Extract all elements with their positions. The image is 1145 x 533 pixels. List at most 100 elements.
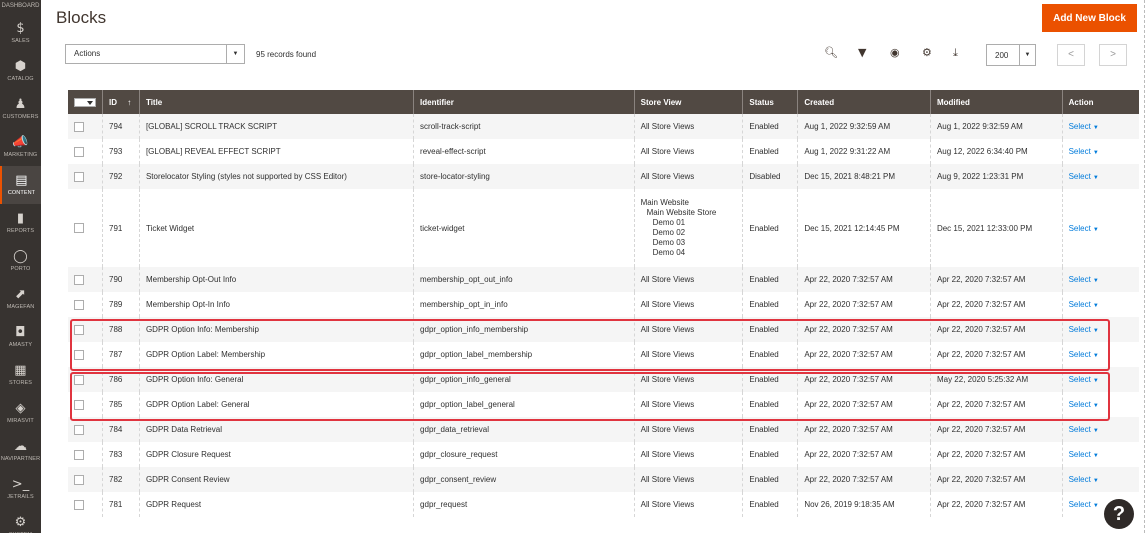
table-row[interactable]: 787 GDPR Option Label: Membership gdpr_opt… — [68, 342, 1139, 367]
row-checkbox-cell[interactable] — [68, 467, 103, 492]
row-checkbox[interactable] — [74, 324, 84, 335]
eye-icon[interactable]: ◉ — [890, 46, 900, 59]
row-checkbox[interactable] — [74, 374, 84, 385]
row-checkbox[interactable] — [74, 274, 84, 285]
sidebar-item-jetrails[interactable]: >_ JETRAILS — [0, 470, 41, 508]
row-checkbox-cell[interactable] — [68, 292, 103, 317]
cell-title: GDPR Option Info: Membership — [138, 317, 414, 342]
row-checkbox-cell[interactable] — [68, 367, 103, 392]
table-row[interactable]: 786 GDPR Option Info: General gdpr_option_… — [68, 367, 1139, 392]
table-row[interactable]: 785 GDPR Option Label: General gdpr_option… — [68, 392, 1139, 417]
row-action-select[interactable]: Select ▼ — [1069, 450, 1099, 459]
next-page-button[interactable]: > — [1099, 44, 1127, 66]
column-header-identifier[interactable]: Identifier — [413, 90, 635, 114]
sidebar-item-stores[interactable]: ▦ STORES — [0, 356, 41, 394]
column-header-modified[interactable]: Modified — [929, 90, 1063, 114]
caret-down-icon: ▼ — [1092, 278, 1099, 284]
row-checkbox-cell[interactable] — [68, 342, 103, 367]
row-checkbox[interactable] — [74, 223, 84, 233]
table-row[interactable]: 791 Ticket Widget ticket-widget Main Websit… — [68, 189, 1139, 267]
per-page-select[interactable]: 200 ▼ — [986, 44, 1036, 66]
row-action-select[interactable]: Select ▼ — [1069, 350, 1099, 359]
row-action-select[interactable]: Select ▼ — [1069, 475, 1099, 484]
mass-actions-select[interactable]: Actions ▼ — [65, 44, 245, 64]
table-row[interactable]: 782 GDPR Consent Review gdpr_consent_revie… — [68, 467, 1139, 492]
row-checkbox[interactable] — [74, 146, 84, 157]
row-checkbox[interactable] — [74, 171, 84, 182]
row-action-select[interactable]: Select ▼ — [1069, 425, 1099, 434]
column-header-title[interactable]: Title — [138, 90, 414, 114]
row-checkbox-cell[interactable] — [68, 417, 103, 442]
mass-select-checkbox[interactable] — [74, 97, 96, 107]
gear-icon[interactable]: ⚙ — [922, 46, 932, 59]
sidebar-item-magefan[interactable]: ⬈ MAGEFAN — [0, 280, 41, 318]
table-row[interactable]: 788 GDPR Option Info: Membership gdpr_opti… — [68, 317, 1139, 342]
table-row[interactable]: 794 [GLOBAL] SCROLL TRACK SCRIPT scroll-tr… — [68, 114, 1139, 139]
row-action-select[interactable]: Select ▼ — [1069, 325, 1099, 334]
row-action-select[interactable]: Select ▼ — [1069, 400, 1099, 409]
row-checkbox[interactable] — [74, 121, 84, 132]
row-checkbox-cell[interactable] — [68, 267, 103, 292]
table-row[interactable]: 793 [GLOBAL] REVEAL EFFECT SCRIPT reveal-e… — [68, 139, 1139, 164]
sidebar-item-system[interactable]: ⚙SYSTEM — [0, 508, 41, 533]
sidebar-item-porto[interactable]: ◯ PORTO — [0, 242, 41, 280]
cell-created: Apr 22, 2020 7:32:57 AM — [797, 392, 931, 417]
sidebar-item-amasty[interactable]: ◘ AMASTY — [0, 318, 41, 356]
search-icon[interactable]: 🔍︎ — [824, 46, 838, 59]
column-header-store-view[interactable]: Store View — [633, 90, 743, 114]
table-row[interactable]: 784 GDPR Data Retrieval gdpr_data_retrieva… — [68, 417, 1139, 442]
sidebar-item-reports[interactable]: ▮ REPORTS — [0, 204, 41, 242]
sidebar-item-mirasvit[interactable]: ◈ MIRASVIT — [0, 394, 41, 432]
table-row[interactable]: 790 Membership Opt-Out Info membership_opt… — [68, 267, 1139, 292]
row-checkbox-cell[interactable] — [68, 317, 103, 342]
cell-status: Disabled — [742, 164, 798, 189]
row-checkbox[interactable] — [74, 449, 84, 460]
row-checkbox-cell[interactable] — [68, 114, 103, 139]
row-checkbox-cell[interactable] — [68, 139, 103, 164]
row-action-select[interactable]: Select ▼ — [1069, 300, 1099, 309]
caret-down-icon: ▼ — [1092, 150, 1099, 156]
cell-action: Select ▼ — [1061, 392, 1139, 417]
add-new-block-button[interactable]: Add New Block — [1042, 4, 1137, 32]
filter-icon[interactable]: ▼ — [858, 46, 866, 59]
row-checkbox-cell[interactable] — [68, 442, 103, 467]
row-action-select[interactable]: Select ▼ — [1069, 500, 1099, 509]
row-checkbox-cell[interactable] — [68, 189, 103, 267]
sidebar-item-navipartner[interactable]: ☁ NAVIPARTNER — [0, 432, 41, 470]
mass-select-header[interactable] — [68, 90, 103, 114]
row-action-select[interactable]: Select ▼ — [1069, 224, 1099, 233]
sidebar-item-customers[interactable]: ♟ CUSTOMERS — [0, 90, 41, 128]
column-header-status[interactable]: Status — [742, 90, 798, 114]
table-row[interactable]: 789 Membership Opt-In Info membership_opt_… — [68, 292, 1139, 317]
row-checkbox[interactable] — [74, 399, 84, 410]
sidebar-item-marketing[interactable]: 📣 MARKETING — [0, 128, 41, 166]
table-row[interactable]: 783 GDPR Closure Request gdpr_closure_requ… — [68, 442, 1139, 467]
sidebar-item-catalog[interactable]: ⬢ CATALOG — [0, 52, 41, 90]
row-checkbox-cell[interactable] — [68, 492, 103, 517]
row-checkbox[interactable] — [74, 299, 84, 310]
row-action-select[interactable]: Select ▼ — [1069, 275, 1099, 284]
cell-store-view: All Store Views — [633, 367, 743, 392]
column-header-created[interactable]: Created — [797, 90, 931, 114]
caret-down-icon: ▼ — [1092, 478, 1099, 484]
export-icon[interactable]: ⤓ — [953, 46, 958, 60]
cell-id: 787 — [102, 342, 140, 367]
row-checkbox-cell[interactable] — [68, 392, 103, 417]
column-header-id[interactable]: ID ↑ — [102, 90, 140, 114]
row-checkbox[interactable] — [74, 349, 84, 360]
sidebar-dashboard-link[interactable]: DASHBOARD — [0, 0, 41, 14]
row-checkbox[interactable] — [74, 474, 84, 485]
row-checkbox-cell[interactable] — [68, 164, 103, 189]
row-action-select[interactable]: Select ▼ — [1069, 147, 1099, 156]
row-checkbox[interactable] — [74, 424, 84, 435]
help-button[interactable]: ? — [1104, 499, 1134, 529]
row-checkbox[interactable] — [74, 499, 84, 510]
prev-page-button[interactable]: < — [1057, 44, 1085, 66]
row-action-select[interactable]: Select ▼ — [1069, 122, 1099, 131]
row-action-select[interactable]: Select ▼ — [1069, 172, 1099, 181]
table-row[interactable]: 781 GDPR Request gdpr_request All Store Vie… — [68, 492, 1139, 517]
sidebar-item-sales[interactable]: $ SALES — [0, 14, 41, 52]
row-action-select[interactable]: Select ▼ — [1069, 375, 1099, 384]
table-row[interactable]: 792 Storelocator Styling (styles not supp… — [68, 164, 1139, 189]
sidebar-item-content[interactable]: ▤ CONTENT — [0, 166, 41, 204]
